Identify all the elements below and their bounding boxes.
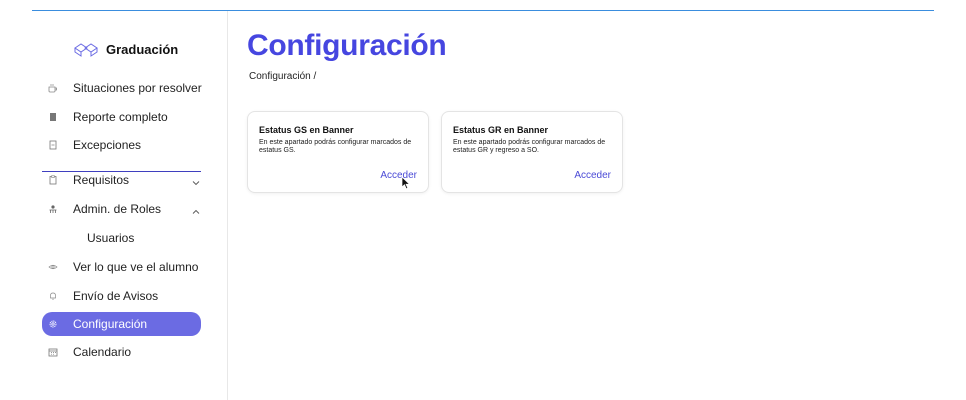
users-icon <box>48 204 58 214</box>
main-content: Configuración Configuración / Estatus GS… <box>228 11 966 400</box>
document-icon <box>48 140 58 150</box>
card-description: En este apartado podrás configurar marca… <box>259 139 412 154</box>
eye-icon <box>48 262 58 272</box>
sidebar-item-avisos[interactable]: Envío de Avisos <box>42 284 201 308</box>
brand: Graduación <box>74 42 178 57</box>
sidebar-item-situaciones[interactable]: Situaciones por resolver <box>42 76 202 100</box>
sidebar-item-label: Usuarios <box>87 231 135 245</box>
logo-icon <box>74 42 98 57</box>
card-title: Estatus GS en Banner <box>259 125 354 135</box>
sidebar: Graduación Situaciones por resolver Repo… <box>0 11 228 400</box>
card-title: Estatus GR en Banner <box>453 125 549 135</box>
calendar-icon <box>48 347 58 357</box>
sidebar-item-excepciones[interactable]: Excepciones <box>42 133 201 157</box>
sidebar-item-ver-alumno[interactable]: Ver lo que ve el alumno <box>42 255 201 279</box>
clipboard-icon <box>48 175 58 185</box>
card-description: En este apartado podrás configurar marca… <box>453 139 606 154</box>
coffee-icon <box>48 83 58 93</box>
report-icon <box>48 112 58 122</box>
sidebar-item-label: Excepciones <box>73 138 142 152</box>
sidebar-item-requisitos[interactable]: Requisitos <box>42 168 201 192</box>
mouse-cursor-icon <box>401 176 411 190</box>
chevron-down-icon[interactable] <box>191 175 201 186</box>
card-estatus-gr: Estatus GR en Banner En este apartado po… <box>441 111 623 193</box>
brand-label: Graduación <box>106 42 179 57</box>
sidebar-item-label: Calendario <box>73 345 132 359</box>
sidebar-item-admin-roles[interactable]: Admin. de Roles <box>42 197 201 221</box>
sidebar-item-calendario[interactable]: Calendario <box>42 340 201 364</box>
sidebar-item-label: Configuración <box>73 317 148 331</box>
breadcrumb[interactable]: Configuración / <box>249 71 316 82</box>
page-title: Configuración <box>247 29 447 62</box>
bell-icon <box>48 291 58 301</box>
sidebar-item-reporte[interactable]: Reporte completo <box>42 105 201 129</box>
acceder-link[interactable]: Acceder <box>380 170 417 181</box>
acceder-link[interactable]: Acceder <box>574 170 611 181</box>
gear-icon <box>48 319 58 329</box>
sidebar-item-label: Situaciones por resolver <box>73 81 202 95</box>
sidebar-item-label: Admin. de Roles <box>73 202 162 216</box>
sidebar-item-label: Envío de Avisos <box>73 289 159 303</box>
chevron-up-icon[interactable] <box>191 204 201 214</box>
sidebar-item-label: Requisitos <box>73 173 130 187</box>
sidebar-item-configuracion[interactable]: Configuración <box>42 312 201 336</box>
sidebar-subitem-usuarios[interactable]: Usuarios <box>42 226 201 250</box>
sidebar-item-label: Reporte completo <box>73 110 168 124</box>
sidebar-item-label: Ver lo que ve el alumno <box>73 260 199 274</box>
